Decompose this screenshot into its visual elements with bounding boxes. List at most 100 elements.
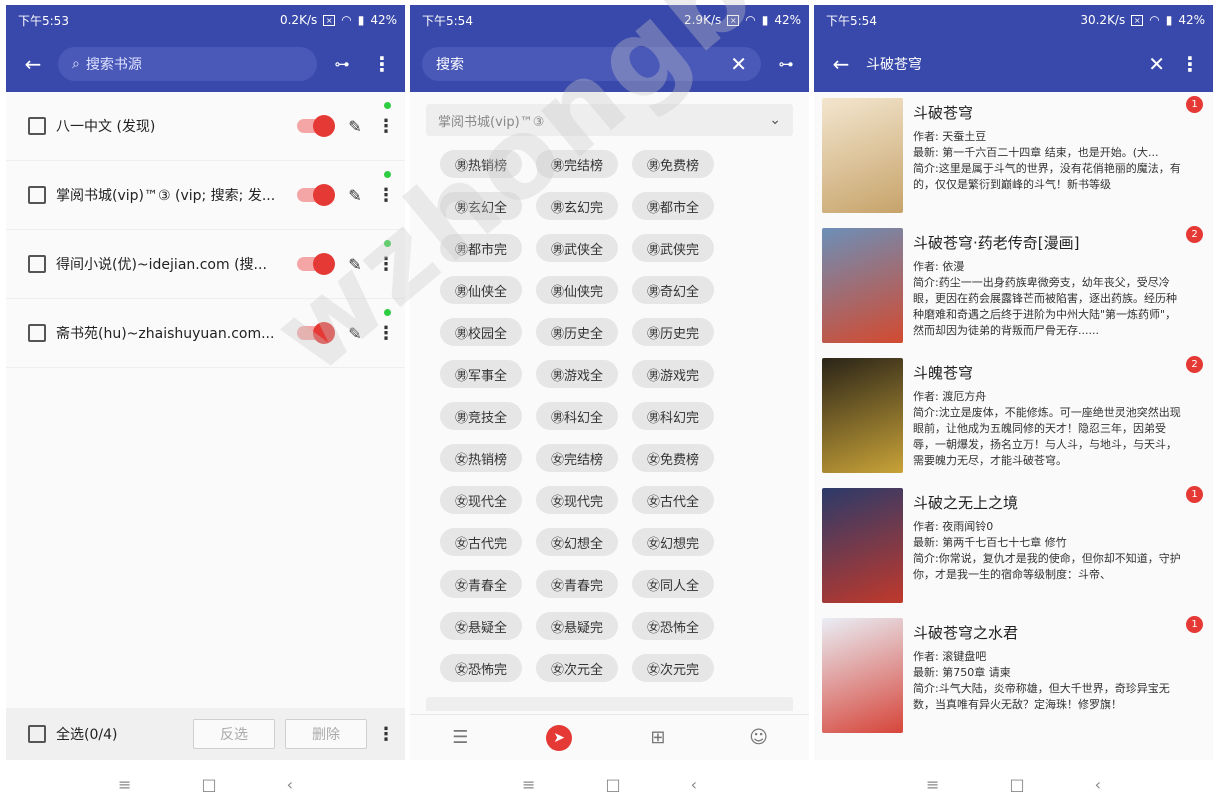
invert-button[interactable]: 反选 (193, 719, 275, 749)
category-chip[interactable]: ㊚都市全 (632, 192, 714, 220)
book-result-item[interactable]: 斗破苍穹之水君 作者: 滚键盘吧 最新: 第750章 请柬 简介:斗气大陆，炎帝称雄，… (814, 612, 1213, 742)
online-dot (384, 102, 391, 109)
category-chip[interactable]: ㊛恐怖完 (440, 654, 522, 682)
search-input[interactable]: 搜索 ✕ (422, 46, 761, 81)
book-result-item[interactable]: 斗破之无上之境 作者: 夜雨闻铃0 最新: 第两千七百七十七章 修竹 简介:你常说，复… (814, 482, 1213, 612)
category-chip[interactable]: ㊛恐怖全 (632, 612, 714, 640)
home-icon[interactable]: □ (605, 775, 620, 794)
category-chip[interactable]: ㊚热销榜 (440, 150, 522, 178)
category-chip[interactable]: ㊛同人全 (632, 570, 714, 598)
category-chip[interactable]: ㊚奇幻全 (632, 276, 714, 304)
category-chip[interactable]: ㊛次元全 (536, 654, 618, 682)
home-icon[interactable]: □ (201, 775, 216, 794)
source-group-header[interactable]: 掌阅书城(vip)™③ ⌄ (426, 104, 793, 136)
online-dot (384, 171, 391, 178)
list-item[interactable]: 八一中文 (发现) ✎ ⋮ (6, 92, 405, 161)
search-input[interactable]: 斗破苍穹 ✕ (866, 52, 1165, 76)
category-chip[interactable]: ㊚军事全 (440, 360, 522, 388)
item-menu-icon[interactable]: ⋮ (377, 185, 395, 206)
category-chip[interactable]: ㊛免费榜 (632, 444, 714, 472)
search-input[interactable]: ⌕ 搜索书源 (58, 46, 317, 81)
category-chip[interactable]: ㊚游戏完 (632, 360, 714, 388)
category-chip[interactable]: ㊛青春全 (440, 570, 522, 598)
source-checkbox[interactable] (28, 324, 46, 342)
category-chip[interactable]: ㊚竞技全 (440, 402, 522, 430)
next-group-header[interactable] (426, 697, 793, 711)
back-icon[interactable]: ‹ (1095, 775, 1101, 794)
category-chip[interactable]: ㊛青春完 (536, 570, 618, 598)
enable-toggle[interactable] (297, 115, 335, 137)
category-chip[interactable]: ㊛幻想完 (632, 528, 714, 556)
category-chip[interactable]: ㊚玄幻完 (536, 192, 618, 220)
wifi-icon: ◠ (341, 13, 352, 27)
list-item[interactable]: 得间小说(优)~idejian.com (搜... ✎ ⋮ (6, 230, 405, 299)
select-all-checkbox[interactable] (28, 725, 46, 743)
bookshelf-icon[interactable]: ☰ (445, 723, 475, 753)
list-item[interactable]: 掌阅书城(vip)™③ (vip; 搜索; 发... ✎ ⋮ (6, 161, 405, 230)
category-chip[interactable]: ㊚都市完 (440, 234, 522, 262)
source-checkbox[interactable] (28, 255, 46, 273)
clear-icon[interactable]: ✕ (1148, 52, 1165, 76)
category-chip[interactable]: ㊛古代全 (632, 486, 714, 514)
category-chip[interactable]: ㊚科幻全 (536, 402, 618, 430)
bookmark-icon[interactable]: ⊞ (643, 723, 673, 753)
back-icon[interactable]: ‹ (287, 775, 293, 794)
item-menu-icon[interactable]: ⋮ (377, 254, 395, 275)
edit-icon[interactable]: ✎ (345, 255, 365, 274)
source-checkbox[interactable] (28, 186, 46, 204)
menu-icon[interactable]: ≡ (926, 775, 939, 794)
battery-level: 42% (370, 13, 397, 27)
selection-menu-icon[interactable]: ⋮ (377, 724, 395, 745)
book-result-item[interactable]: 斗破苍穹 作者: 天蚕土豆 最新: 第一千六百二十四章 结束，也是开始。(大... 简… (814, 92, 1213, 222)
category-chip[interactable]: ㊚校园全 (440, 318, 522, 346)
edit-icon[interactable]: ✎ (345, 186, 365, 205)
category-chip[interactable]: ㊛古代完 (440, 528, 522, 556)
group-tree-icon[interactable]: ⊶ (771, 49, 801, 79)
home-icon[interactable]: □ (1009, 775, 1024, 794)
category-chip[interactable]: ㊛热销榜 (440, 444, 522, 472)
back-arrow-icon[interactable]: ← (18, 49, 48, 79)
category-chip[interactable]: ㊚历史完 (632, 318, 714, 346)
category-chip[interactable]: ㊛悬疑完 (536, 612, 618, 640)
overflow-menu-icon[interactable]: ⋮ (1175, 49, 1205, 79)
category-chip[interactable]: ㊛幻想全 (536, 528, 618, 556)
category-chip[interactable]: ㊚武侠全 (536, 234, 618, 262)
category-chip[interactable]: ㊛次元完 (632, 654, 714, 682)
category-chip[interactable]: ㊚玄幻全 (440, 192, 522, 220)
source-checkbox[interactable] (28, 117, 46, 135)
clear-icon[interactable]: ✕ (730, 52, 747, 76)
back-arrow-icon[interactable]: ← (826, 49, 856, 79)
profile-icon[interactable]: ☺ (744, 723, 774, 753)
category-chip[interactable]: ㊚历史全 (536, 318, 618, 346)
category-chip[interactable]: ㊚完结榜 (536, 150, 618, 178)
category-chip[interactable]: ㊚免费榜 (632, 150, 714, 178)
edit-icon[interactable]: ✎ (345, 117, 365, 136)
category-chip[interactable]: ㊚游戏全 (536, 360, 618, 388)
enable-toggle[interactable] (297, 184, 335, 206)
category-chip[interactable]: ㊛现代全 (440, 486, 522, 514)
book-result-item[interactable]: 斗魄苍穹 作者: 渡厄方舟 简介:沈立是废体，不能修炼。可一座绝世灵池突然出现眼前，… (814, 352, 1213, 482)
edit-icon[interactable]: ✎ (345, 324, 365, 343)
book-result-item[interactable]: 斗破苍穹·药老传奇[漫画] 作者: 依漫 简介:药尘一一出身药族卑微旁支，幼年丧父，… (814, 222, 1213, 352)
category-chip[interactable]: ㊚仙侠完 (536, 276, 618, 304)
battery-icon: ▮ (1165, 13, 1173, 27)
group-tree-icon[interactable]: ⊶ (327, 49, 357, 79)
category-chip[interactable]: ㊚仙侠全 (440, 276, 522, 304)
category-chip[interactable]: ㊛完结榜 (536, 444, 618, 472)
overflow-menu-icon[interactable]: ⋮ (367, 49, 397, 79)
category-chip[interactable]: ㊛悬疑全 (440, 612, 522, 640)
menu-icon[interactable]: ≡ (522, 775, 535, 794)
book-intro: 简介:斗气大陆，炎帝称雄，但大千世界，奇珍异宝无数，当真唯有异火无敌？定海珠！修… (913, 682, 1170, 711)
back-icon[interactable]: ‹ (691, 775, 697, 794)
delete-button[interactable]: 删除 (285, 719, 367, 749)
menu-icon[interactable]: ≡ (118, 775, 131, 794)
category-chip[interactable]: ㊚科幻完 (632, 402, 714, 430)
category-chip[interactable]: ㊛现代完 (536, 486, 618, 514)
enable-toggle[interactable] (297, 253, 335, 275)
item-menu-icon[interactable]: ⋮ (377, 323, 395, 344)
enable-toggle[interactable] (297, 322, 335, 344)
compass-icon[interactable]: ➤ (546, 724, 573, 751)
category-chip[interactable]: ㊚武侠完 (632, 234, 714, 262)
list-item[interactable]: 斋书苑(hu)~zhaishuyuan.com... ✎ ⋮ (6, 299, 405, 368)
item-menu-icon[interactable]: ⋮ (377, 116, 395, 137)
